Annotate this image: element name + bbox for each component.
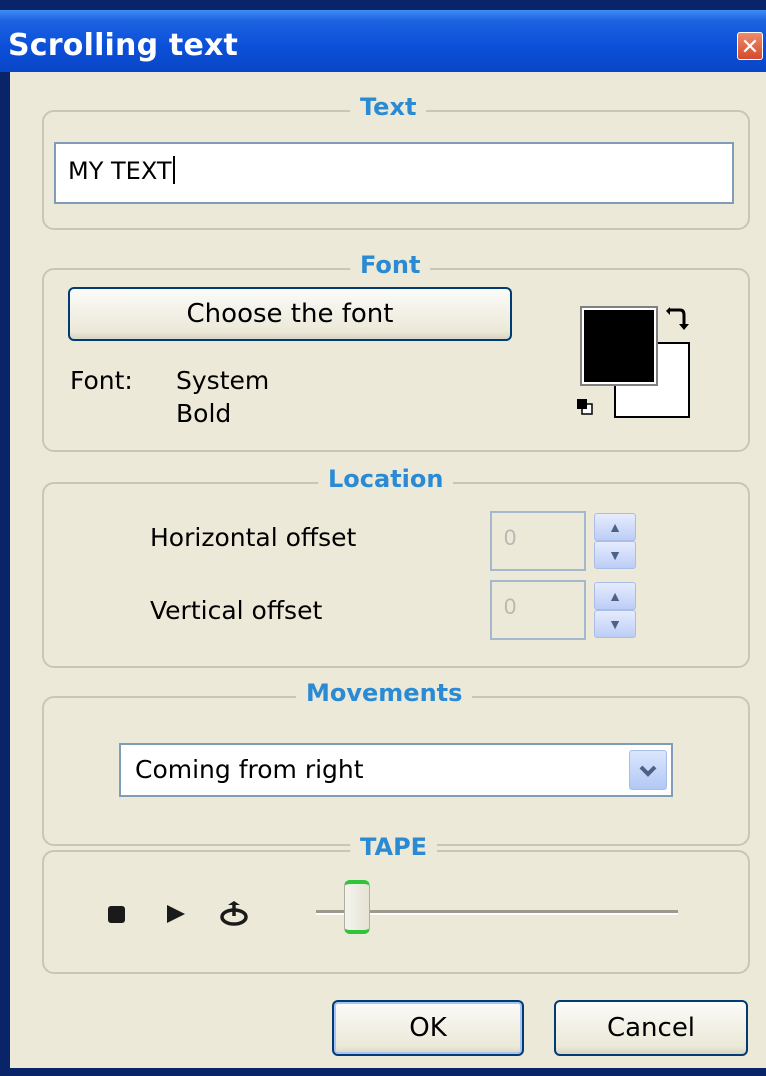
horizontal-offset-input[interactable]: 0 [490, 511, 586, 571]
tape-slider[interactable] [316, 880, 680, 950]
chevron-down-icon: ▼ [608, 616, 622, 632]
vertical-offset-input[interactable]: 0 [490, 580, 586, 640]
location-group: Location [42, 465, 750, 668]
slider-thumb[interactable] [344, 880, 370, 934]
text-group-legend: Text [350, 93, 427, 121]
movement-select[interactable]: Coming from right [119, 743, 673, 797]
font-name: System [176, 366, 270, 395]
font-label: Font: [70, 366, 133, 395]
slider-track [316, 910, 678, 915]
title-bar[interactable]: Scrolling text ✕ [0, 10, 766, 72]
swap-colors-icon[interactable] [666, 306, 690, 332]
movement-select-value: Coming from right [135, 755, 364, 784]
cancel-button[interactable]: Cancel [554, 1000, 748, 1056]
text-input-value: MY TEXT [68, 157, 172, 185]
font-group-legend: Font [350, 251, 431, 279]
horizontal-offset-label: Horizontal offset [150, 523, 357, 552]
chevron-down-icon [639, 765, 657, 777]
window-title: Scrolling text [8, 28, 239, 63]
chevron-up-icon: ▲ [608, 588, 622, 604]
close-button[interactable]: ✕ [737, 32, 763, 60]
close-icon: ✕ [740, 34, 760, 59]
vertical-offset-label: Vertical offset [150, 596, 323, 625]
tape-group-legend: TAPE [350, 833, 438, 861]
location-group-legend: Location [318, 465, 454, 493]
horizontal-offset-down[interactable]: ▼ [594, 541, 636, 569]
ok-button[interactable]: OK [332, 1000, 524, 1056]
reset-colors-icon[interactable] [576, 398, 594, 416]
play-icon[interactable] [164, 903, 188, 927]
vertical-offset-down[interactable]: ▼ [594, 610, 636, 638]
font-style: Bold [176, 399, 232, 428]
choose-font-button[interactable]: Choose the font [68, 287, 512, 341]
stop-icon[interactable] [106, 904, 128, 926]
vertical-offset-up[interactable]: ▲ [594, 582, 636, 610]
dialog-window: Scrolling text ✕ Text MY TEXT Font Choos… [0, 0, 766, 1076]
dialog-body: Text MY TEXT Font Choose the font Font: … [10, 72, 766, 1068]
chevron-down-icon: ▼ [608, 547, 622, 563]
text-input[interactable]: MY TEXT [54, 142, 734, 204]
loop-icon[interactable] [218, 901, 252, 927]
foreground-color-swatch[interactable] [580, 306, 658, 386]
text-cursor [172, 156, 175, 184]
horizontal-offset-up[interactable]: ▲ [594, 513, 636, 541]
movements-group-legend: Movements [296, 679, 473, 707]
color-picker [574, 304, 704, 422]
chevron-up-icon: ▲ [608, 519, 622, 535]
dropdown-arrow-button[interactable] [629, 750, 667, 790]
